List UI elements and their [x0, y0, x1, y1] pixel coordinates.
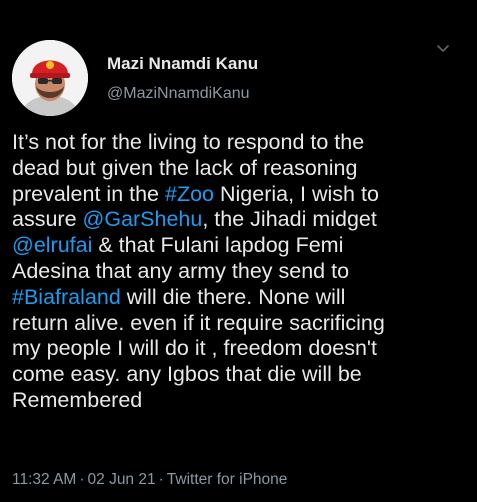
tweet-text-segment: return alive. even if it require sacrifi…	[12, 310, 385, 335]
hashtag-link[interactable]: #Zoo	[165, 182, 214, 206]
tweet-card: Mazi Nnamdi Kanu @MaziNnamdiKanu It’s no…	[0, 0, 477, 502]
mention-link[interactable]: @GarShehu	[83, 207, 203, 231]
meta-separator: ·	[79, 471, 85, 488]
tweet-text-line: prevalent in the #Zoo Nigeria, I wish to	[12, 182, 472, 208]
tweet-header: Mazi Nnamdi Kanu @MaziNnamdiKanu	[10, 30, 467, 120]
tweet-text-segment: Remembered	[12, 387, 143, 412]
tweet-text-line: come easy. any Igbos that die will be	[12, 362, 472, 388]
profile-photo-icon	[12, 40, 88, 116]
tweet-text-segment: Adesina that any army they send to	[12, 258, 350, 283]
tweet-source[interactable]: Twitter for iPhone	[167, 471, 288, 488]
tweet-text-segment: dead but given the lack of reasoning	[12, 155, 358, 180]
tweet-text-line: #Biafraland will die there. None will	[12, 285, 472, 311]
meta-separator-2: ·	[158, 471, 164, 488]
tweet-text-line: dead but given the lack of reasoning	[12, 156, 472, 182]
avatar[interactable]	[12, 40, 88, 116]
hashtag-link[interactable]: #Biafraland	[12, 285, 121, 309]
tweet-text-segment: will die there. None will	[120, 284, 346, 309]
tweet-text-segment: prevalent in the	[12, 181, 165, 206]
tweet-text-line: Adesina that any army they send to	[12, 259, 472, 285]
tweet-text-segment: assure	[12, 207, 83, 232]
tweet-meta: 11:32 AM · 02 Jun 21 · Twitter for iPhone	[12, 471, 287, 489]
tweet-date[interactable]: 02 Jun 21	[88, 471, 156, 488]
tweet-text-segment: , the Jihadi midget	[202, 207, 377, 232]
tweet-text: It’s not for the living to respond to th…	[12, 130, 472, 414]
tweet-time[interactable]: 11:32 AM	[12, 471, 76, 488]
author-handle[interactable]: @MaziNnamdiKanu	[107, 84, 258, 104]
tweet-text-segment: my people I will do it , freedom doesn't	[12, 336, 378, 361]
tweet-text-segment: Nigeria, I wish to	[214, 181, 379, 206]
tweet-text-line: It’s not for the living to respond to th…	[12, 130, 472, 156]
tweet-text-segment: It’s not for the living to respond to th…	[12, 130, 365, 154]
chevron-down-icon[interactable]	[433, 38, 453, 58]
mention-link[interactable]: @elrufai	[12, 233, 92, 257]
tweet-text-line: Remembered	[12, 388, 472, 414]
author-names: Mazi Nnamdi Kanu @MaziNnamdiKanu	[107, 54, 258, 104]
tweet-text-line: @elrufai & that Fulani lapdog Femi	[12, 233, 472, 259]
tweet-text-segment: come easy. any Igbos that die will be	[12, 362, 362, 387]
author-display-name[interactable]: Mazi Nnamdi Kanu	[107, 54, 258, 74]
tweet-text-line: my people I will do it , freedom doesn't	[12, 336, 472, 362]
tweet-text-line: return alive. even if it require sacrifi…	[12, 311, 472, 337]
tweet-text-segment: & that Fulani lapdog Femi	[92, 233, 344, 258]
tweet-text-line: assure @GarShehu, the Jihadi midget	[12, 207, 472, 233]
